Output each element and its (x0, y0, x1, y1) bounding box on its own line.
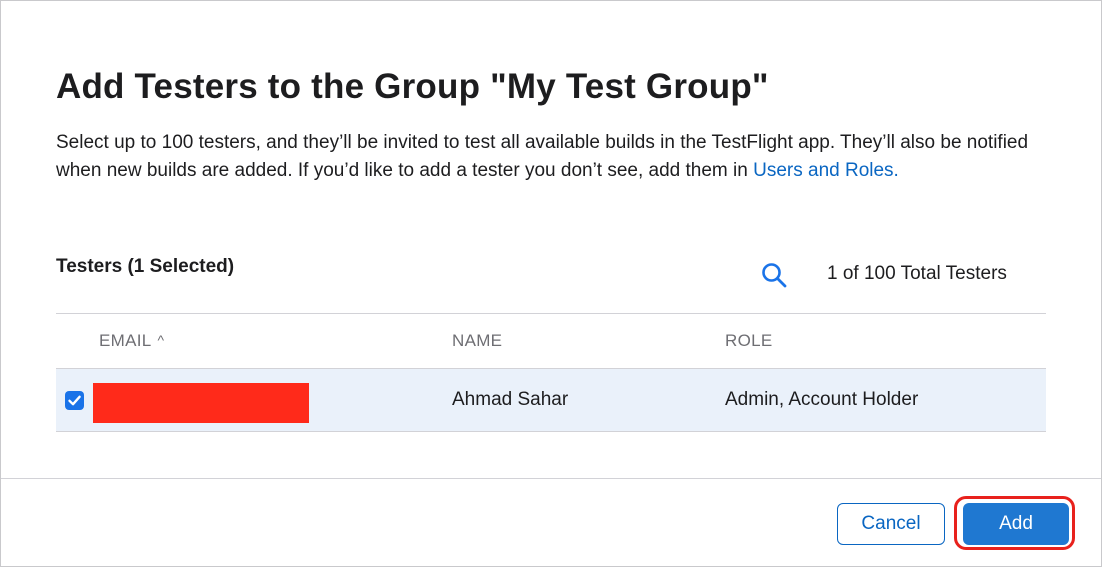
add-button[interactable]: Add (963, 503, 1069, 545)
testers-section-label: Testers (1 Selected) (56, 256, 235, 277)
search-icon (762, 263, 787, 288)
cancel-button[interactable]: Cancel (837, 503, 945, 545)
dialog-description: Select up to 100 testers, and they’ll be… (56, 129, 1056, 185)
dialog-title: Add Testers to the Group "My Test Group" (56, 67, 769, 106)
column-header-name: NAME (452, 331, 503, 350)
footer-divider (1, 478, 1101, 479)
checkmark-icon (68, 395, 81, 406)
table-header: EMAIL ^ NAME ROLE (56, 313, 1046, 369)
table-row[interactable]: Ahmad Sahar Admin, Account Holder (56, 369, 1046, 432)
users-and-roles-link[interactable]: Users and Roles. (753, 160, 899, 181)
cell-name: Ahmad Sahar (452, 389, 569, 410)
add-testers-dialog: Add Testers to the Group "My Test Group"… (0, 0, 1102, 567)
email-redacted (93, 383, 309, 423)
cell-role: Admin, Account Holder (725, 389, 919, 410)
search-button[interactable] (759, 260, 789, 290)
row-checkbox[interactable] (65, 391, 84, 410)
column-header-role: ROLE (725, 331, 773, 350)
chevron-up-icon: ^ (157, 332, 165, 348)
column-header-email-label: EMAIL (99, 331, 152, 350)
column-header-email[interactable]: EMAIL ^ (99, 331, 164, 351)
testers-table: EMAIL ^ NAME ROLE Ahmad Sahar Admin, Acco… (56, 313, 1046, 432)
total-testers-count: 1 of 100 Total Testers (827, 263, 1007, 284)
